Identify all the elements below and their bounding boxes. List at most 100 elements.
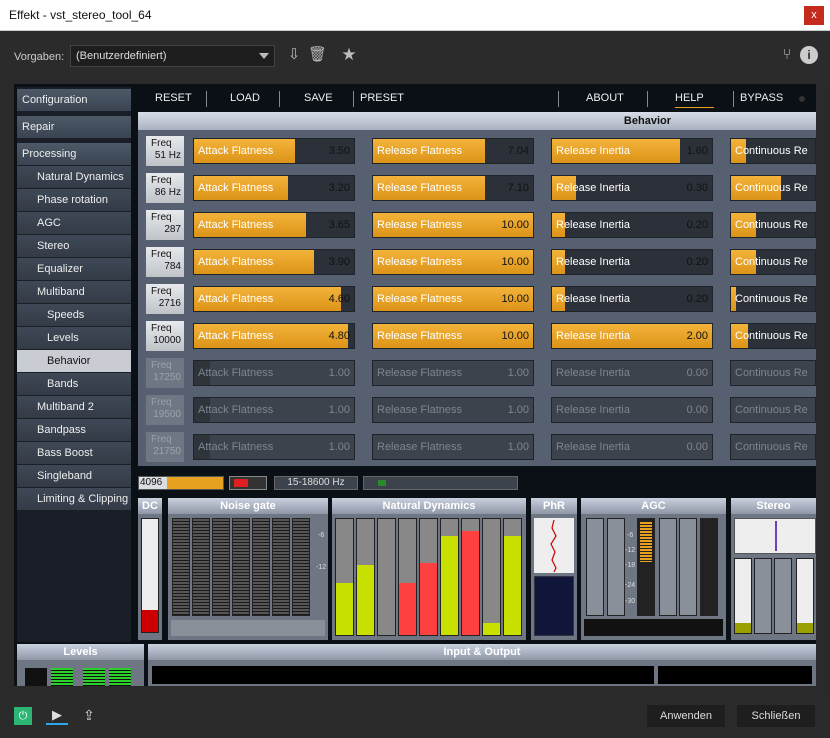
sidebar-item-bands[interactable]: Bands bbox=[17, 373, 131, 396]
attack-flatness-slider[interactable]: Attack Flatness 3.50 bbox=[193, 138, 355, 164]
attack-flatness-slider[interactable]: Attack Flatness 3.65 bbox=[193, 212, 355, 238]
close-dialog-button[interactable]: Schließen bbox=[737, 705, 815, 727]
load-button[interactable]: LOAD bbox=[230, 92, 260, 104]
continuous-release-slider[interactable]: Continuous Re bbox=[730, 323, 816, 349]
sidebar-item-levels[interactable]: Levels bbox=[17, 327, 131, 350]
sidebar-item-stereo[interactable]: Stereo bbox=[17, 235, 131, 258]
preset-button[interactable]: PRESET bbox=[360, 92, 404, 104]
release-inertia-slider[interactable]: Release Inertia 2.00 bbox=[551, 323, 713, 349]
release-flatness-slider[interactable]: Release Flatness 1.00 bbox=[372, 434, 534, 460]
freq-button[interactable]: Freq 784 bbox=[146, 247, 184, 277]
slider-value: 1.00 bbox=[507, 404, 529, 416]
slider-label: Release Flatness bbox=[377, 404, 462, 416]
sidebar-item-agc[interactable]: AGC bbox=[17, 212, 131, 235]
about-button[interactable]: ABOUT bbox=[586, 92, 624, 104]
attack-flatness-slider[interactable]: Attack Flatness 1.00 bbox=[193, 360, 355, 386]
release-inertia-slider[interactable]: Release Inertia 1.60 bbox=[551, 138, 713, 164]
close-button[interactable]: x bbox=[804, 6, 824, 25]
phase-scope bbox=[534, 518, 574, 573]
bypass-button[interactable]: BYPASS bbox=[740, 92, 783, 104]
apply-button[interactable]: Anwenden bbox=[647, 705, 725, 727]
slider-label: Release Inertia bbox=[556, 256, 630, 268]
freq-button[interactable]: Freq 86 Hz bbox=[146, 173, 184, 203]
sidebar-item-processing[interactable]: Processing bbox=[17, 143, 131, 166]
natural-dynamics-bar bbox=[419, 518, 438, 636]
agc-tick-24: -24 bbox=[625, 582, 636, 589]
natural-dynamics-label: Natural Dynamics bbox=[332, 498, 526, 514]
release-flatness-slider[interactable]: Release Flatness 10.00 bbox=[372, 323, 534, 349]
release-flatness-slider[interactable]: Release Flatness 10.00 bbox=[372, 249, 534, 275]
freq-button[interactable]: Freq 51 Hz bbox=[146, 136, 184, 166]
release-flatness-slider[interactable]: Release Flatness 1.00 bbox=[372, 397, 534, 423]
continuous-release-slider[interactable]: Continuous Re bbox=[730, 212, 816, 238]
freq-value: 2716 bbox=[158, 298, 181, 309]
sidebar-item-singleband[interactable]: Singleband bbox=[17, 465, 131, 488]
freq-button[interactable]: Freq 19500 bbox=[146, 395, 184, 425]
sidebar-item-bandpass[interactable]: Bandpass bbox=[17, 419, 131, 442]
attack-flatness-slider[interactable]: Attack Flatness 3.20 bbox=[193, 175, 355, 201]
sidebar-item-equalizer[interactable]: Equalizer bbox=[17, 258, 131, 281]
release-inertia-slider[interactable]: Release Inertia 0.20 bbox=[551, 249, 713, 275]
natural-dynamics-fill bbox=[357, 565, 374, 635]
sidebar-item-behavior[interactable]: Behavior bbox=[17, 350, 131, 373]
star-icon[interactable]: ★ bbox=[340, 46, 358, 64]
play-icon[interactable]: ▶ bbox=[46, 707, 68, 725]
release-flatness-slider[interactable]: Release Flatness 10.00 bbox=[372, 286, 534, 312]
freq-value: 19500 bbox=[153, 409, 181, 420]
release-flatness-slider[interactable]: Release Flatness 10.00 bbox=[372, 212, 534, 238]
freq-button[interactable]: Freq 287 bbox=[146, 210, 184, 240]
help-button[interactable]: HELP bbox=[675, 92, 714, 108]
save-button[interactable]: SAVE bbox=[304, 92, 333, 104]
sidebar-item-repair[interactable]: Repair bbox=[17, 116, 131, 139]
sidebar-item-multiband[interactable]: Multiband bbox=[17, 281, 131, 304]
sidebar-item-phase-rotation[interactable]: Phase rotation bbox=[17, 189, 131, 212]
attack-flatness-slider[interactable]: Attack Flatness 1.00 bbox=[193, 434, 355, 460]
continuous-release-slider[interactable]: Continuous Re bbox=[730, 360, 816, 386]
release-flatness-slider[interactable]: Release Flatness 7.10 bbox=[372, 175, 534, 201]
attack-flatness-slider[interactable]: Attack Flatness 3.90 bbox=[193, 249, 355, 275]
slider-value: 0.00 bbox=[686, 441, 708, 453]
attack-flatness-slider[interactable]: Attack Flatness 4.60 bbox=[193, 286, 355, 312]
sidebar-item-multiband-2[interactable]: Multiband 2 bbox=[17, 396, 131, 419]
freq-button[interactable]: Freq 10000 bbox=[146, 321, 184, 351]
attack-flatness-slider[interactable]: Attack Flatness 1.00 bbox=[193, 397, 355, 423]
continuous-release-slider[interactable]: Continuous Re bbox=[730, 175, 816, 201]
release-inertia-slider[interactable]: Release Inertia 0.30 bbox=[551, 175, 713, 201]
sidebar-item-speeds[interactable]: Speeds bbox=[17, 304, 131, 327]
release-inertia-slider[interactable]: Release Inertia 0.00 bbox=[551, 434, 713, 460]
noise-tick-6: -6 bbox=[318, 532, 325, 539]
presets-dropdown[interactable]: (Benutzerdefiniert) bbox=[70, 45, 275, 67]
plugin-area: Configuration Repair Processing Natural Dyn… bbox=[14, 84, 816, 686]
natural-dynamics-fill bbox=[483, 623, 500, 635]
freq-button[interactable]: Freq 21750 bbox=[146, 432, 184, 462]
trash-icon[interactable]: 🗑 bbox=[308, 46, 327, 64]
export-icon[interactable]: ⇪ bbox=[80, 707, 98, 725]
freq-button[interactable]: Freq 17250 bbox=[146, 358, 184, 388]
release-flatness-slider[interactable]: Release Flatness 7.04 bbox=[372, 138, 534, 164]
info-icon[interactable]: i bbox=[800, 46, 818, 64]
continuous-release-slider[interactable]: Continuous Re bbox=[730, 286, 816, 312]
sidebar-item-natural-dynamics[interactable]: Natural Dynamics bbox=[17, 166, 131, 189]
power-icon[interactable]: ⏻ bbox=[14, 707, 32, 725]
continuous-release-slider[interactable]: Continuous Re bbox=[730, 249, 816, 275]
slider-label: Release Flatness bbox=[377, 256, 462, 268]
release-inertia-slider[interactable]: Release Inertia 0.00 bbox=[551, 397, 713, 423]
release-inertia-slider[interactable]: Release Inertia 0.00 bbox=[551, 360, 713, 386]
sidebar-item-limiting-clipping[interactable]: Limiting & Clipping bbox=[17, 488, 131, 511]
natural-dynamics-fill bbox=[504, 536, 521, 635]
sidebar-item-configuration[interactable]: Configuration bbox=[17, 89, 131, 112]
continuous-release-slider[interactable]: Continuous Re bbox=[730, 138, 816, 164]
sidebar-item-bass-boost[interactable]: Bass Boost bbox=[17, 442, 131, 465]
release-flatness-slider[interactable]: Release Flatness 1.00 bbox=[372, 360, 534, 386]
continuous-release-slider[interactable]: Continuous Re bbox=[730, 434, 816, 460]
release-inertia-slider[interactable]: Release Inertia 0.20 bbox=[551, 286, 713, 312]
release-inertia-slider[interactable]: Release Inertia 0.20 bbox=[551, 212, 713, 238]
stereo-scope bbox=[734, 518, 816, 554]
reset-button[interactable]: RESET bbox=[155, 92, 192, 104]
attack-flatness-slider[interactable]: Attack Flatness 4.80 bbox=[193, 323, 355, 349]
phase-rotation-label: PhR bbox=[531, 498, 577, 514]
continuous-release-slider[interactable]: Continuous Re bbox=[730, 397, 816, 423]
routing-icon[interactable]: ⑂ bbox=[778, 46, 796, 64]
freq-button[interactable]: Freq 2716 bbox=[146, 284, 184, 314]
save-preset-icon[interactable]: ⇩ bbox=[285, 46, 303, 64]
